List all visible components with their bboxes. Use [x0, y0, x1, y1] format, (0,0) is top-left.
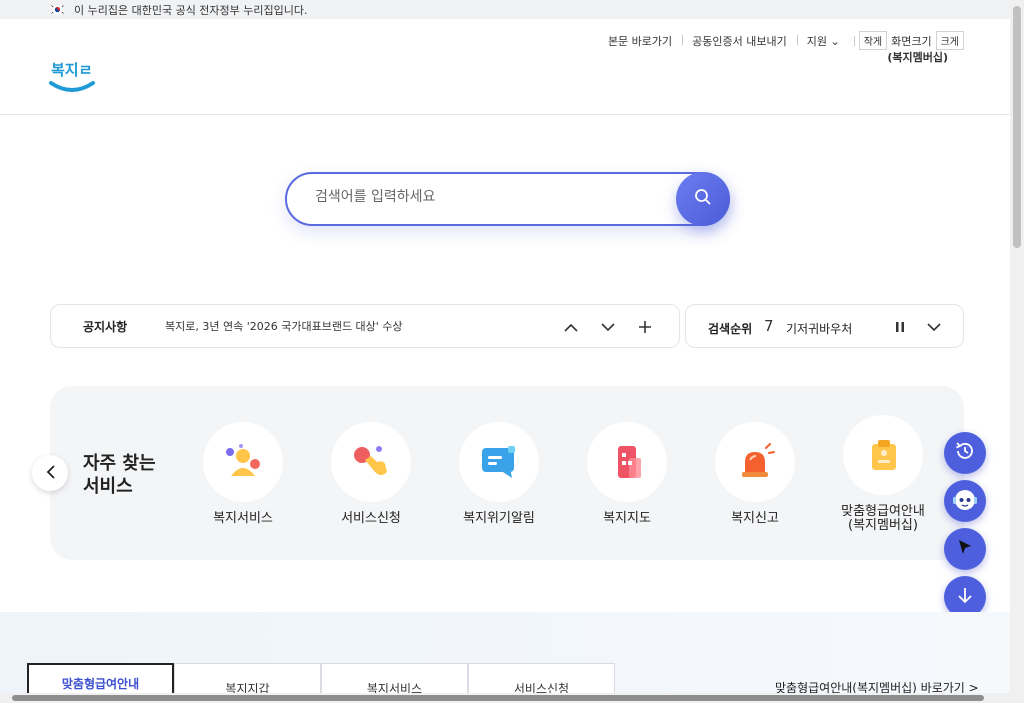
search-icon — [694, 188, 712, 210]
utility-nav: 본문 바로가기 공동인증서 내보내기 지원 ⌄ 작게 화면크기 크게 — [598, 31, 964, 50]
search-bar — [285, 172, 730, 226]
service-label: 맞춤형급여안내 (복지멤버십) — [841, 504, 925, 533]
gov-banner: 이 누리집은 대한민국 공식 전자정부 누리집입니다. — [0, 0, 1010, 19]
site-header: 복지ㄹ 본문 바로가기 공동인증서 내보내기 지원 ⌄ 작게 화면크기 크게 (… — [0, 19, 1010, 115]
chatbot-icon — [950, 484, 980, 518]
support-menu[interactable]: 지원 ⌄ — [796, 33, 850, 49]
building-icon — [587, 422, 667, 502]
horizontal-scrollbar[interactable] — [0, 693, 1010, 703]
service-item-welfare-report[interactable]: 복지신고 — [700, 422, 810, 526]
recent-history-button[interactable] — [944, 432, 986, 474]
chevron-up-icon[interactable] — [561, 317, 581, 337]
plus-icon[interactable] — [635, 317, 655, 337]
vertical-scrollbar[interactable] — [1010, 0, 1024, 703]
service-item-crisis-alert[interactable]: 복지위기알림 — [444, 422, 554, 526]
frequent-services-title: 자주 찾는 서비스 — [83, 452, 173, 498]
carousel-prev-button[interactable] — [32, 455, 68, 491]
svg-text:복지ㄹ: 복지ㄹ — [51, 61, 92, 79]
chevron-left-icon — [46, 464, 55, 483]
korea-flag-icon — [50, 4, 65, 15]
font-large-button[interactable]: 크게 — [935, 31, 964, 50]
hand-click-icon — [331, 422, 411, 502]
notice-bar: 공지사항 복지로, 3년 연속 '2026 국가대표브랜드 대상' 수상 — [50, 304, 680, 348]
service-item-welfare-map[interactable]: 복지지도 — [572, 422, 682, 526]
notice-label: 공지사항 — [83, 319, 128, 334]
service-label: 복지위기알림 — [463, 511, 535, 526]
siren-icon — [715, 422, 795, 502]
vertical-scrollbar-thumb[interactable] — [1013, 6, 1021, 248]
ranking-term[interactable]: 기저귀바우처 — [786, 320, 852, 337]
skip-to-content-link[interactable]: 본문 바로가기 — [598, 33, 682, 49]
arrow-down-icon — [957, 586, 973, 608]
ranking-label: 검색순위 — [708, 322, 753, 336]
ranking-number: 7 — [764, 317, 774, 335]
service-label: 서비스신청 — [341, 511, 401, 526]
search-ranking-bar: 검색순위 7 기저귀바우처 — [685, 304, 964, 348]
font-small-button[interactable]: 작게 — [858, 31, 888, 50]
horizontal-scrollbar-thumb[interactable] — [12, 695, 984, 701]
service-item-service-application[interactable]: 서비스신청 — [316, 422, 426, 526]
message-icon — [459, 422, 539, 502]
cursor-icon — [956, 538, 974, 560]
chevron-down-icon: ⌄ — [830, 34, 840, 48]
bokjiro-logo[interactable]: 복지ㄹ — [48, 55, 96, 99]
people-icon — [203, 422, 283, 502]
chevron-down-icon[interactable] — [598, 317, 618, 337]
cursor-assist-button[interactable] — [944, 528, 986, 570]
export-certificate-link[interactable]: 공동인증서 내보내기 — [682, 33, 797, 49]
title-line-2: 서비스 — [83, 476, 133, 497]
chatbot-button[interactable] — [944, 480, 986, 522]
history-icon — [954, 440, 976, 466]
service-label: 복지신고 — [731, 511, 779, 526]
chevron-down-icon[interactable] — [924, 317, 944, 337]
search-input[interactable] — [315, 189, 655, 205]
pause-icon[interactable] — [890, 317, 910, 337]
service-label: 복지서비스 — [213, 511, 273, 526]
gov-banner-text[interactable]: 이 누리집은 대한민국 공식 전자정부 누리집입니다. — [74, 2, 308, 18]
frequent-services-panel: 자주 찾는 서비스 복지서비스 서비스신청 복지위기알림 복지지도 복지신고 맞… — [50, 386, 964, 560]
clipboard-icon — [843, 415, 923, 495]
search-button[interactable] — [676, 172, 730, 226]
notice-text[interactable]: 복지로, 3년 연속 '2026 국가대표브랜드 대상' 수상 — [165, 318, 403, 334]
service-item-custom-benefit[interactable]: 맞춤형급여안내 (복지멤버십) — [828, 415, 938, 533]
title-line-1: 자주 찾는 — [83, 453, 156, 474]
support-label: 지원 — [806, 34, 827, 48]
divider — [853, 35, 855, 46]
membership-subtext: (복지멤버십) — [887, 51, 948, 64]
service-item-welfare-services[interactable]: 복지서비스 — [188, 422, 298, 526]
search-box — [285, 172, 730, 226]
font-size-label: 화면크기 — [891, 34, 932, 48]
service-label: 복지지도 — [603, 511, 651, 526]
